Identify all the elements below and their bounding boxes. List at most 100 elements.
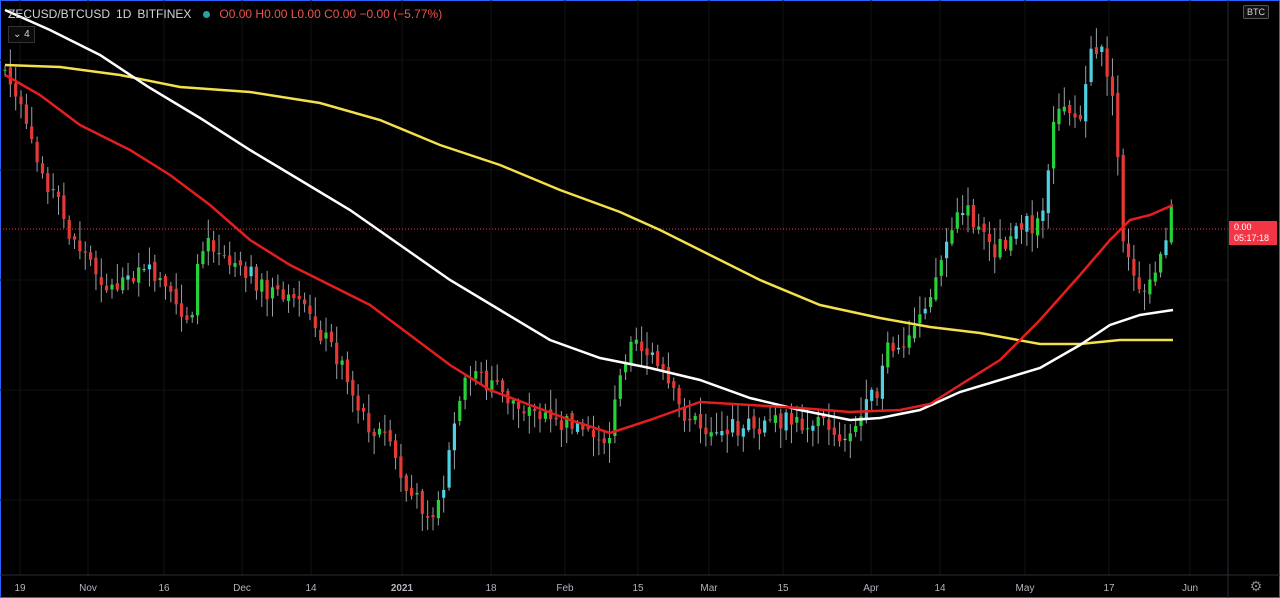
candle bbox=[1143, 283, 1147, 311]
candle-body bbox=[367, 413, 371, 433]
candle-body bbox=[966, 205, 970, 216]
candle-body bbox=[907, 335, 911, 348]
candle bbox=[73, 233, 77, 249]
candle bbox=[1100, 44, 1104, 67]
candle bbox=[105, 273, 109, 293]
candle-body bbox=[896, 347, 901, 350]
candle bbox=[426, 500, 430, 531]
candle bbox=[361, 403, 366, 421]
candle-body bbox=[174, 288, 178, 305]
candle-body bbox=[383, 431, 387, 433]
candle-body bbox=[1159, 253, 1163, 273]
candle bbox=[388, 419, 392, 447]
candle-body bbox=[554, 417, 558, 420]
candle bbox=[864, 379, 868, 424]
candle-body bbox=[212, 240, 216, 252]
indicators-toggle-button[interactable]: ⌄ 4 bbox=[8, 26, 35, 43]
candle-body bbox=[458, 400, 462, 421]
candle bbox=[672, 377, 676, 401]
candle-body bbox=[677, 388, 681, 405]
candle bbox=[30, 107, 34, 144]
candle-body bbox=[1057, 108, 1061, 125]
candle bbox=[779, 408, 783, 448]
candle bbox=[436, 491, 440, 526]
candle-body bbox=[404, 475, 408, 491]
candle-body bbox=[126, 275, 130, 280]
candle-body bbox=[292, 294, 296, 299]
candle-body bbox=[912, 326, 917, 339]
candle-body bbox=[886, 342, 890, 368]
candle-body bbox=[265, 280, 269, 300]
candle bbox=[1137, 261, 1141, 294]
ma-fast-line bbox=[4, 73, 1174, 435]
candle bbox=[410, 474, 414, 500]
candle-body bbox=[345, 359, 349, 383]
candle bbox=[142, 264, 146, 273]
candle bbox=[1073, 95, 1077, 128]
candle-body bbox=[629, 341, 633, 364]
time-axis-tick-label: Apr bbox=[863, 583, 879, 594]
candle bbox=[206, 219, 210, 266]
candle-body bbox=[372, 431, 376, 437]
candle bbox=[51, 173, 55, 199]
currency-label[interactable]: BTC bbox=[1243, 5, 1269, 19]
candle bbox=[1057, 93, 1061, 131]
candle-body bbox=[14, 83, 18, 97]
candle-body bbox=[704, 427, 708, 435]
candle bbox=[158, 272, 162, 288]
candle bbox=[62, 182, 66, 229]
candle bbox=[24, 93, 28, 129]
candle-body bbox=[784, 412, 788, 431]
candle bbox=[1068, 100, 1072, 126]
candle-body bbox=[779, 413, 783, 429]
candle-body bbox=[233, 263, 237, 267]
interval-label[interactable]: 1D bbox=[116, 7, 131, 21]
ma-mid-line bbox=[4, 8, 1174, 422]
candle-body bbox=[319, 329, 323, 341]
candle-body bbox=[811, 425, 815, 431]
candle bbox=[602, 430, 606, 455]
candle bbox=[196, 254, 200, 325]
candle-body bbox=[640, 341, 644, 351]
candle-body bbox=[1019, 223, 1024, 230]
candle bbox=[447, 442, 451, 491]
time-axis-tick-label: 19 bbox=[14, 583, 26, 594]
candlestick-chart[interactable]: 19 Nov 16 Dec 14 2021 18 Feb 15 Mar 15 Apr 14 May 17 Ju… bbox=[0, 0, 1280, 598]
candle-body bbox=[522, 411, 526, 414]
candle bbox=[709, 417, 713, 446]
candle-body bbox=[747, 418, 751, 431]
candle-body bbox=[918, 314, 922, 324]
candle bbox=[982, 217, 986, 250]
symbol-name[interactable]: ZECUSD/BTCUSD bbox=[8, 7, 110, 21]
candle bbox=[1116, 75, 1120, 176]
candle bbox=[115, 264, 119, 292]
candle bbox=[174, 273, 178, 315]
candle bbox=[233, 252, 237, 277]
candle bbox=[217, 234, 221, 266]
candle-body bbox=[880, 365, 884, 399]
candle-body bbox=[923, 308, 927, 314]
candle-body bbox=[961, 213, 965, 216]
candle bbox=[923, 297, 927, 320]
candle bbox=[35, 136, 39, 172]
candle-body bbox=[864, 399, 868, 419]
candle-body bbox=[843, 438, 847, 441]
candle-body bbox=[543, 412, 547, 419]
candle bbox=[591, 415, 596, 457]
candle bbox=[319, 320, 323, 345]
candle-body bbox=[169, 285, 173, 292]
candle bbox=[838, 422, 842, 447]
candle-body bbox=[479, 371, 483, 373]
candle bbox=[458, 396, 462, 426]
candle bbox=[121, 267, 125, 294]
gear-icon[interactable]: ⚙ bbox=[1248, 578, 1264, 594]
candle bbox=[966, 187, 970, 233]
candle-body bbox=[1094, 47, 1098, 54]
candle bbox=[501, 378, 505, 403]
time-axis[interactable]: 19 Nov 16 Dec 14 2021 18 Feb 15 Mar 15 Apr 14 May 17 Ju… bbox=[14, 583, 1198, 594]
candle-body bbox=[1100, 46, 1104, 52]
candle bbox=[169, 281, 173, 303]
candle bbox=[442, 475, 446, 513]
bar-countdown: 05:17:18 bbox=[1234, 233, 1270, 243]
candle-body bbox=[260, 279, 264, 292]
